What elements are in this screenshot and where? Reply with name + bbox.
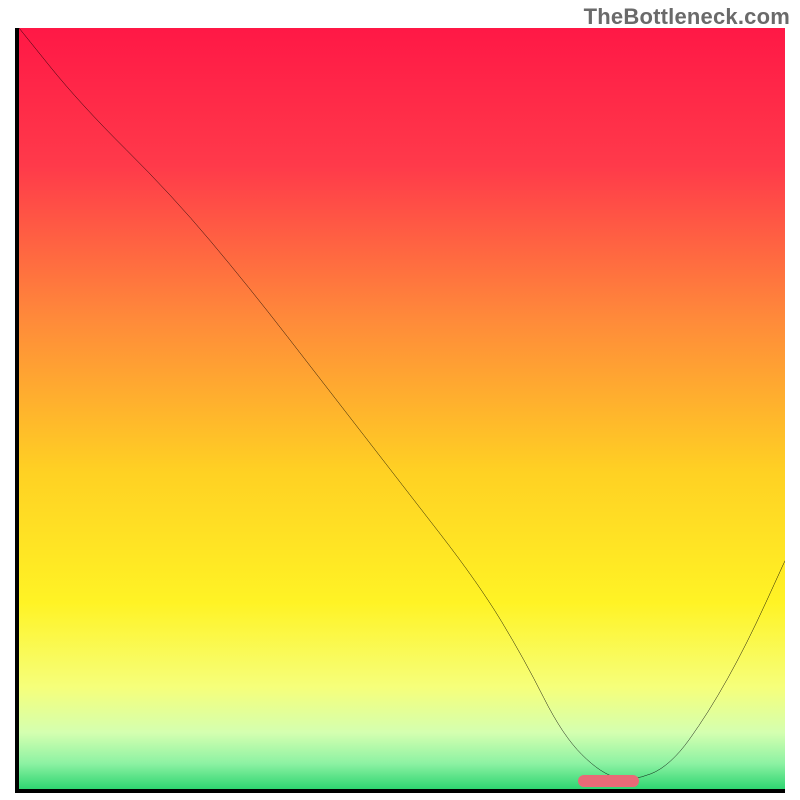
bottleneck-chart: TheBottleneck.com [0,0,800,800]
watermark-text: TheBottleneck.com [584,4,790,30]
bottleneck-curve-path [19,28,785,779]
optimal-marker [578,775,639,787]
curve-layer [19,28,785,789]
plot-area [15,28,785,793]
